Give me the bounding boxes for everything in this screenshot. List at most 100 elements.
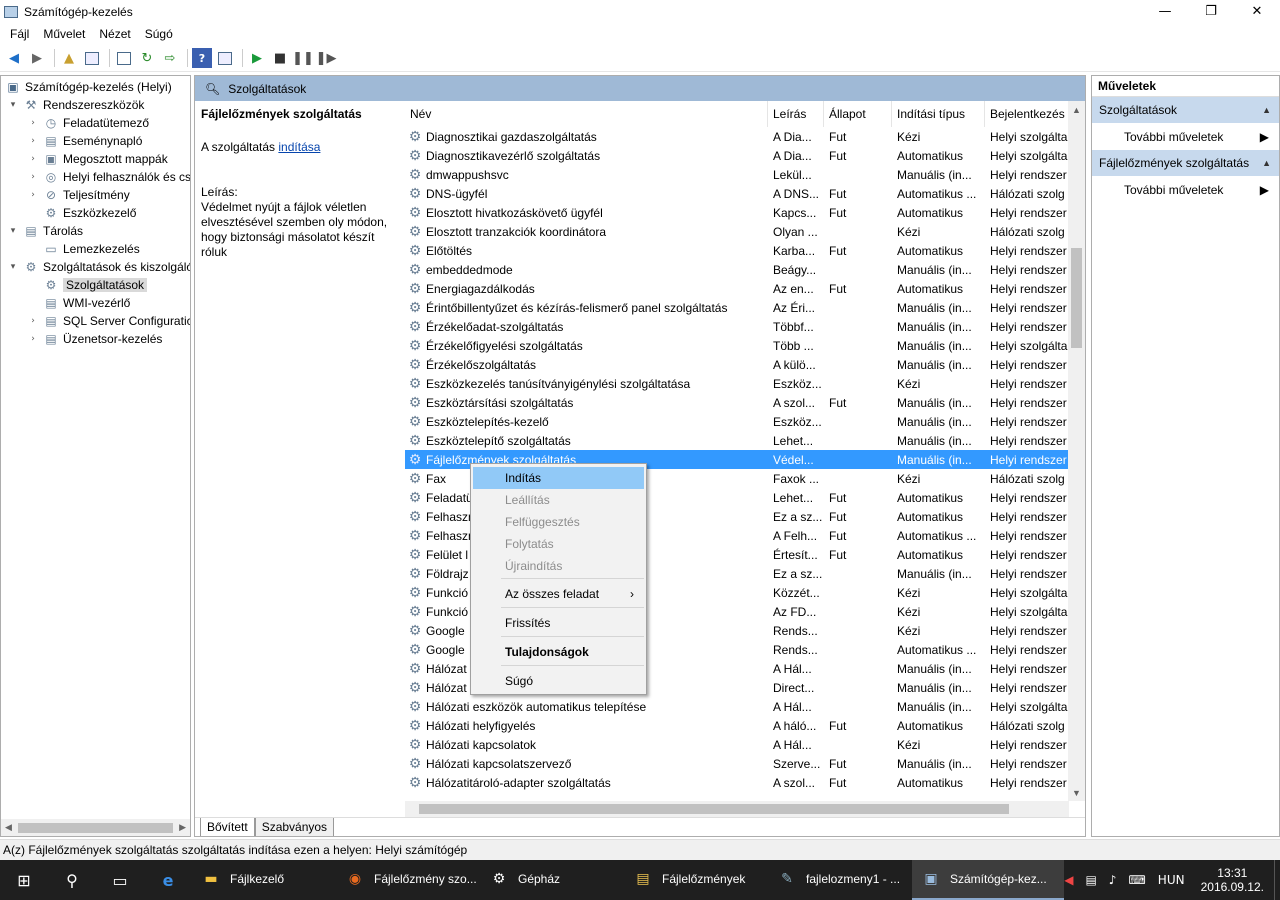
table-row[interactable]: ⚙ Hálózati kapcsolatok A Hál... Kézi Helyi r… bbox=[405, 735, 1069, 754]
tree-node[interactable]: › ▣ Megosztott mappák bbox=[27, 150, 168, 168]
table-row[interactable]: ⚙ DNS-ügyfél A DNS... Fut Automatikus ... Hál… bbox=[405, 184, 1069, 203]
table-row[interactable]: ⚙ Diagnosztikai gazdaszolgáltatás A Dia...… bbox=[405, 127, 1069, 146]
more-actions-services[interactable]: További műveletek ▶ bbox=[1092, 123, 1279, 150]
expander-icon[interactable]: › bbox=[27, 190, 39, 200]
network-icon[interactable]: ▤ bbox=[1085, 873, 1096, 887]
table-row[interactable]: ⚙ Elosztott tranzakciók koordinátora Olyan… bbox=[405, 222, 1069, 241]
table-row[interactable]: ⚙ Érzékelőszolgáltatás A külö... Manuális (… bbox=[405, 355, 1069, 374]
taskbar-app[interactable]: ✎ fajlelozmeny1 - ... bbox=[768, 860, 912, 900]
table-row[interactable]: ⚙ Hálózati kapcsolatszervező Szerve... Fut M… bbox=[405, 754, 1069, 773]
table-row[interactable]: ⚙ Eszköztelepítés-kezelő Eszköz... Manuális… bbox=[405, 412, 1069, 431]
expander-icon[interactable]: › bbox=[27, 118, 39, 128]
table-row[interactable]: ⚙ Energiagazdálkodás Az en... Fut Automatiku… bbox=[405, 279, 1069, 298]
taskbar-app[interactable]: ▬ Fájlkezelő bbox=[192, 860, 336, 900]
table-row[interactable]: ⚙ Eszköztársítási szolgáltatás A szol... Fu… bbox=[405, 393, 1069, 412]
volume-icon[interactable]: ♪ bbox=[1109, 873, 1117, 887]
column-header[interactable]: Állapot bbox=[824, 101, 892, 127]
scroll-thumb[interactable] bbox=[1071, 248, 1082, 348]
expander-icon[interactable]: ▾ bbox=[7, 262, 19, 272]
table-row[interactable]: ⚙ embeddedmode Beágy... Manuális (in... Hely… bbox=[405, 260, 1069, 279]
tree-node[interactable]: ▤ WMI-vezérlő bbox=[27, 294, 130, 312]
menu-help[interactable]: Súgó bbox=[138, 27, 180, 41]
table-row[interactable]: ⚙ Diagnosztikavezérlő szolgáltatás A Dia..… bbox=[405, 146, 1069, 165]
task-view-icon[interactable]: ▭ bbox=[96, 860, 144, 900]
table-row[interactable]: ⚙ Érzékelőfigyelési szolgáltatás Több ... M… bbox=[405, 336, 1069, 355]
tree-node[interactable]: › ⊘ Teljesítmény bbox=[27, 186, 130, 204]
horizontal-scrollbar[interactable] bbox=[405, 801, 1069, 817]
tree-node[interactable]: › ▤ Üzenetsor-kezelés bbox=[27, 330, 162, 348]
back-icon[interactable]: ◀ bbox=[4, 48, 24, 68]
taskbar-app[interactable]: ▤ Fájlelőzmények bbox=[624, 860, 768, 900]
collapse-icon[interactable]: ▲ bbox=[1262, 105, 1271, 115]
start-button[interactable]: ⊞ bbox=[0, 860, 48, 900]
table-row[interactable]: ⚙ Eszköztelepítő szolgáltatás Lehet... Manu… bbox=[405, 431, 1069, 450]
start-service-link[interactable]: indítása bbox=[278, 140, 320, 154]
tree-node[interactable]: ⚙ Eszközkezelő bbox=[27, 204, 137, 222]
expander-icon[interactable]: ▾ bbox=[7, 100, 19, 110]
tree-node[interactable]: ▾ ▤ Tárolás bbox=[7, 222, 83, 240]
menu-view[interactable]: Nézet bbox=[92, 27, 137, 41]
taskbar-app[interactable]: ▣ Számítógép-kez... bbox=[912, 860, 1064, 900]
column-header[interactable]: Leírás bbox=[768, 101, 824, 127]
collapse-icon[interactable]: ▲ bbox=[1262, 158, 1271, 168]
expander-icon[interactable]: › bbox=[27, 154, 39, 164]
context-menu-item[interactable]: Az összes feladat › bbox=[473, 583, 644, 605]
refresh-icon[interactable]: ↻ bbox=[137, 48, 157, 68]
show-action-pane-icon[interactable] bbox=[215, 48, 235, 68]
action-section-file-history[interactable]: Fájlelőzmények szolgáltatás ▲ bbox=[1092, 150, 1279, 176]
tab-standard[interactable]: Szabványos bbox=[254, 818, 335, 836]
table-row[interactable]: ⚙ dmwappushsvc Lekül... Manuális (in... Hely… bbox=[405, 165, 1069, 184]
table-row[interactable]: ⚙ Érzékelőadat-szolgáltatás Többf... Manuál… bbox=[405, 317, 1069, 336]
context-menu-item[interactable]: Indítás bbox=[473, 467, 644, 489]
help-icon[interactable]: ? bbox=[192, 48, 212, 68]
tree-node[interactable]: ▾ ⚒ Rendszereszközök bbox=[7, 96, 145, 114]
restart-service-icon[interactable]: ❚▶ bbox=[316, 48, 337, 68]
search-icon[interactable]: ⚲ bbox=[48, 860, 96, 900]
language-indicator[interactable]: HUN bbox=[1158, 873, 1185, 887]
table-row[interactable]: ⚙ Előtöltés Karba... Fut Automatikus Helyi re… bbox=[405, 241, 1069, 260]
column-header[interactable]: Név bbox=[405, 101, 768, 127]
table-row[interactable]: ⚙ Hálózati helyfigyelés A háló... Fut Automa… bbox=[405, 716, 1069, 735]
tree-root[interactable]: ▣ Számítógép-kezelés (Helyi) bbox=[5, 78, 171, 96]
tree-scrollbar[interactable]: ◀ ▶ bbox=[1, 819, 190, 836]
context-menu-item[interactable]: Súgó bbox=[473, 670, 644, 692]
close-button[interactable]: ✕ bbox=[1234, 0, 1280, 23]
forward-icon[interactable]: ▶ bbox=[27, 48, 47, 68]
stop-service-icon[interactable]: ■ bbox=[270, 48, 290, 68]
menu-action[interactable]: Művelet bbox=[36, 27, 92, 41]
tree-node[interactable]: ⚙ Szolgáltatások bbox=[27, 276, 148, 294]
more-actions-file-history[interactable]: További műveletek ▶ bbox=[1092, 176, 1279, 203]
tree-node[interactable]: ▭ Lemezkezelés bbox=[27, 240, 139, 258]
hscroll-thumb[interactable] bbox=[419, 804, 1009, 814]
edge-icon[interactable]: e bbox=[144, 860, 192, 900]
expander-icon[interactable]: › bbox=[27, 136, 39, 146]
expander-icon[interactable]: ▾ bbox=[7, 226, 19, 236]
vertical-scrollbar[interactable]: ▲ ▼ bbox=[1068, 101, 1085, 801]
tab-extended[interactable]: Bővített bbox=[200, 818, 255, 836]
export-list-icon[interactable]: ⇨ bbox=[160, 48, 180, 68]
taskbar-app[interactable]: ⚙ Gépház bbox=[480, 860, 624, 900]
column-header[interactable]: Indítási típus bbox=[892, 101, 985, 127]
context-menu-item[interactable]: Frissítés bbox=[473, 612, 644, 634]
taskbar-app[interactable]: ◉ Fájlelőzmény szo... bbox=[336, 860, 480, 900]
start-service-icon[interactable]: ▶ bbox=[247, 48, 267, 68]
tree-node[interactable]: › ◎ Helyi felhasználók és cs bbox=[27, 168, 190, 186]
menu-file[interactable]: Fájl bbox=[3, 27, 36, 41]
table-row[interactable]: ⚙ Eszközkezelés tanúsítványigénylési szol… bbox=[405, 374, 1069, 393]
table-row[interactable]: ⚙ Érintőbillentyűzet és kézírás-felismerő… bbox=[405, 298, 1069, 317]
show-hide-tree-icon[interactable] bbox=[82, 48, 102, 68]
properties-icon[interactable] bbox=[114, 48, 134, 68]
tree-node[interactable]: › ▤ Eseménynapló bbox=[27, 132, 142, 150]
expander-icon[interactable]: › bbox=[27, 316, 39, 326]
keyboard-icon[interactable]: ⌨ bbox=[1128, 873, 1145, 887]
minimize-button[interactable]: — bbox=[1142, 0, 1188, 23]
clock[interactable]: 13:31 2016.09.12. bbox=[1201, 866, 1264, 894]
maximize-button[interactable]: ❐ bbox=[1188, 0, 1234, 23]
pause-service-icon[interactable]: ❚❚ bbox=[292, 48, 314, 68]
expander-icon[interactable]: › bbox=[27, 172, 39, 182]
table-row[interactable]: ⚙ Hálózati eszközök automatikus telepítés… bbox=[405, 697, 1069, 716]
context-menu-item[interactable]: Tulajdonságok bbox=[473, 641, 644, 663]
tree-node[interactable]: ▾ ⚙ Szolgáltatások és kiszolgáló bbox=[7, 258, 190, 276]
table-row[interactable]: ⚙ Elosztott hivatkozáskövető ügyfél Kapcs.… bbox=[405, 203, 1069, 222]
tree-node[interactable]: › ▤ SQL Server Configuratic bbox=[27, 312, 190, 330]
